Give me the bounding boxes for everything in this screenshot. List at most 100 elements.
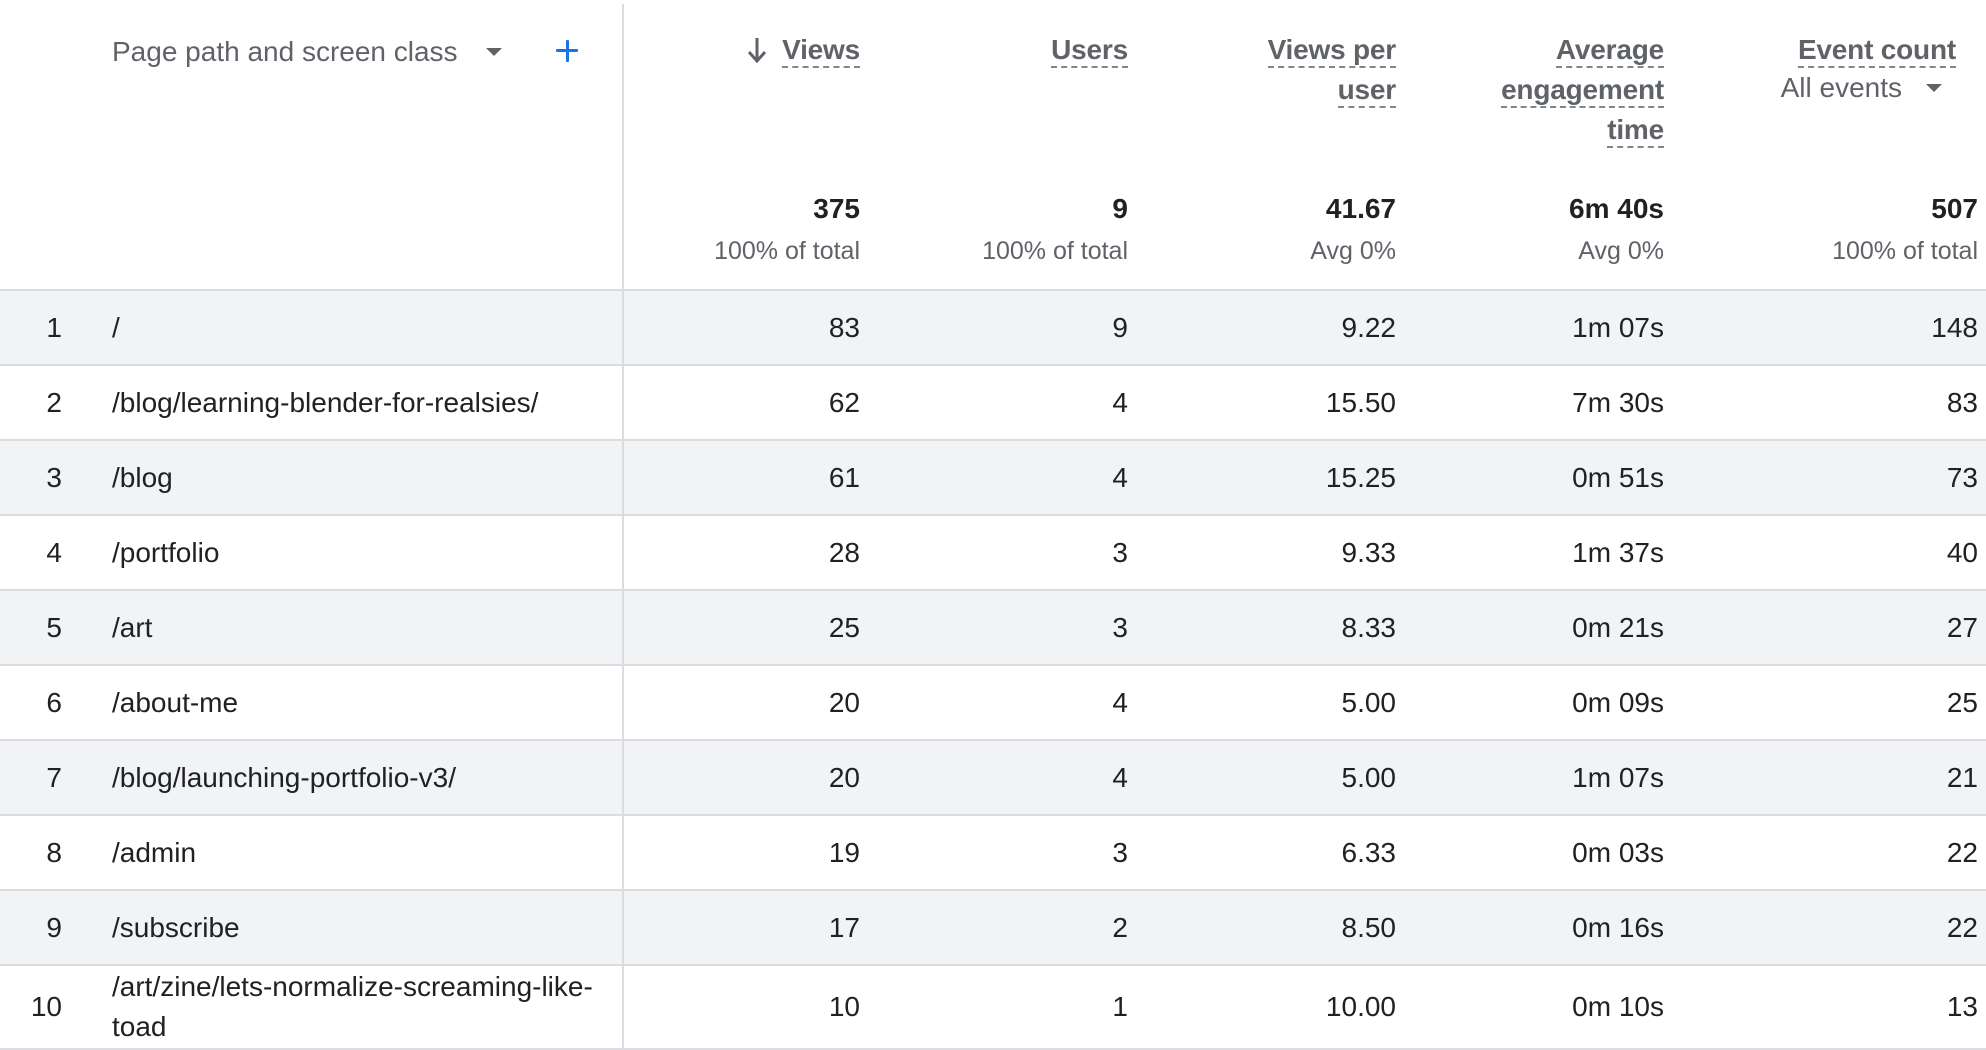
column-divider	[622, 291, 624, 364]
header-users[interactable]: Users	[1051, 30, 1128, 70]
row-path-link[interactable]: /art	[112, 608, 602, 648]
arrow-down-icon[interactable]	[746, 36, 768, 64]
cell-views-per-user: 8.33	[1341, 611, 1397, 643]
table-header: Page path and screen class Views Users V…	[0, 0, 1986, 291]
table-row[interactable]: 7 /blog/launching-portfolio-v3/ 20 4 5.0…	[0, 741, 1986, 816]
add-dimension-button[interactable]	[546, 30, 586, 70]
total-sub: 100% of total	[1832, 237, 1978, 265]
cell-event-count: 22	[1946, 836, 1978, 868]
total-value: 6m 40s	[1569, 193, 1664, 224]
header-users-label: Users	[1051, 34, 1128, 68]
total-sub: Avg 0%	[1310, 237, 1396, 265]
total-views-per-user: 41.67 Avg 0%	[1310, 190, 1396, 270]
header-vpu-line1: Views per	[1267, 34, 1396, 68]
header-aet-line1: Average	[1555, 34, 1664, 68]
cell-avg-engagement: 1m 07s	[1572, 761, 1664, 793]
header-views[interactable]: Views	[746, 30, 860, 70]
cell-users: 4	[1112, 461, 1128, 493]
header-views-label: Views	[782, 34, 860, 68]
header-event-count-label: Event count	[1797, 34, 1956, 68]
cell-event-count: 25	[1946, 686, 1978, 718]
table-row[interactable]: 2 /blog/learning-blender-for-realsies/ 6…	[0, 366, 1986, 441]
caret-down-icon[interactable]	[485, 48, 502, 56]
table-row[interactable]: 9 /subscribe 17 2 8.50 0m 16s 22	[0, 891, 1986, 966]
table-row[interactable]: 6 /about-me 20 4 5.00 0m 09s 25	[0, 666, 1986, 741]
column-divider	[622, 366, 624, 439]
cell-event-count: 13	[1946, 991, 1978, 1022]
cell-views: 20	[828, 761, 860, 793]
row-index: 5	[46, 611, 62, 643]
cell-views: 25	[828, 611, 860, 643]
cell-views: 20	[828, 686, 860, 718]
table-row[interactable]: 5 /art 25 3 8.33 0m 21s 27	[0, 591, 1986, 666]
cell-views-per-user: 8.50	[1341, 911, 1397, 943]
total-value: 507	[1931, 193, 1978, 224]
cell-views-per-user: 5.00	[1341, 686, 1397, 718]
cell-event-count: 27	[1946, 611, 1978, 643]
event-selector-value: All events	[1780, 72, 1902, 103]
cell-users: 4	[1112, 686, 1128, 718]
table-row[interactable]: 3 /blog 61 4 15.25 0m 51s 73	[0, 441, 1986, 516]
column-divider	[622, 741, 624, 814]
cell-views-per-user: 10.00	[1325, 991, 1396, 1022]
row-path-link[interactable]: /admin	[112, 833, 602, 873]
cell-views-per-user: 6.33	[1341, 836, 1397, 868]
header-vpu-line2: user	[1337, 74, 1396, 108]
dimension-label: Page path and screen class	[112, 36, 458, 67]
column-divider	[622, 966, 624, 1048]
cell-views: 62	[828, 386, 860, 418]
header-event-count[interactable]: Event count All events	[1781, 30, 1956, 104]
row-path-link[interactable]: /art/zine/lets-normalize-screaming-like-…	[112, 967, 602, 1047]
column-divider	[622, 516, 624, 589]
cell-avg-engagement: 0m 10s	[1572, 991, 1664, 1022]
cell-users: 9	[1112, 311, 1128, 343]
row-index: 8	[46, 836, 62, 868]
column-divider	[622, 666, 624, 739]
row-path-link[interactable]: /blog/launching-portfolio-v3/	[112, 758, 602, 798]
caret-down-icon[interactable]	[1926, 84, 1942, 92]
table-row[interactable]: 4 /portfolio 28 3 9.33 1m 37s 40	[0, 516, 1986, 591]
row-path-link[interactable]: /about-me	[112, 683, 602, 723]
cell-avg-engagement: 0m 03s	[1572, 836, 1664, 868]
total-views: 375 100% of total	[714, 190, 860, 270]
cell-users: 4	[1112, 761, 1128, 793]
table-body: 1 / 83 9 9.22 1m 07s 148 2 /blog/learnin…	[0, 291, 1986, 1050]
header-aet-line3: time	[1607, 114, 1664, 148]
row-index: 6	[46, 686, 62, 718]
row-path-link[interactable]: /blog	[112, 458, 602, 498]
table-row[interactable]: 10 /art/zine/lets-normalize-screaming-li…	[0, 966, 1986, 1050]
total-sub: 100% of total	[714, 237, 860, 265]
cell-event-count: 21	[1946, 761, 1978, 793]
cell-views: 83	[828, 311, 860, 343]
header-avg-engagement-time[interactable]: Average engagement time	[1501, 30, 1664, 150]
cell-users: 3	[1112, 611, 1128, 643]
row-path-link[interactable]: /portfolio	[112, 533, 602, 573]
row-path-link[interactable]: /subscribe	[112, 908, 602, 948]
table-row[interactable]: 1 / 83 9 9.22 1m 07s 148	[0, 291, 1986, 366]
total-sub: Avg 0%	[1578, 237, 1664, 265]
header-views-per-user[interactable]: Views per user	[1267, 30, 1396, 110]
dimension-selector[interactable]: Page path and screen class	[112, 34, 502, 70]
row-path-link[interactable]: /	[112, 308, 602, 348]
cell-avg-engagement: 1m 37s	[1572, 536, 1664, 568]
row-index: 1	[46, 311, 62, 343]
table-row[interactable]: 8 /admin 19 3 6.33 0m 03s 22	[0, 816, 1986, 891]
cell-views: 28	[828, 536, 860, 568]
cell-views-per-user: 5.00	[1341, 761, 1397, 793]
cell-avg-engagement: 1m 07s	[1572, 311, 1664, 343]
column-divider	[622, 441, 624, 514]
cell-views-per-user: 15.25	[1325, 461, 1396, 493]
row-path-link[interactable]: /blog/learning-blender-for-realsies/	[112, 383, 602, 423]
total-avg-engagement: 6m 40s Avg 0%	[1569, 190, 1664, 270]
row-index: 3	[46, 461, 62, 493]
cell-avg-engagement: 7m 30s	[1572, 386, 1664, 418]
row-index: 9	[46, 911, 62, 943]
event-selector[interactable]: All events	[1781, 72, 1956, 104]
total-users: 9 100% of total	[982, 190, 1128, 270]
cell-views: 10	[828, 991, 860, 1022]
report-table: Page path and screen class Views Users V…	[0, 0, 1986, 1050]
cell-avg-engagement: 0m 09s	[1572, 686, 1664, 718]
cell-event-count: 22	[1946, 911, 1978, 943]
column-divider	[622, 891, 624, 964]
cell-views: 19	[828, 836, 860, 868]
